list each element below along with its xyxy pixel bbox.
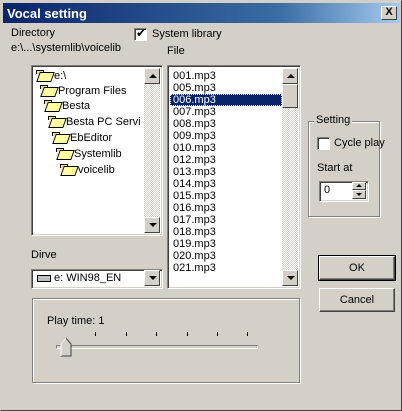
list-item[interactable]: 005.mp3 [170, 82, 282, 94]
slider-tick [95, 332, 96, 336]
scroll-down-button[interactable] [282, 270, 298, 286]
arrow-down-icon [149, 223, 157, 227]
tree-item[interactable]: e:\ [36, 70, 66, 84]
arrow-up-icon [356, 184, 362, 187]
list-item[interactable]: 021.mp3 [170, 262, 282, 274]
arrow-down-icon [356, 193, 362, 196]
play-time-label: Play time: 1 [47, 315, 105, 327]
drive-label: Dirve [31, 249, 57, 261]
list-item[interactable]: 014.mp3 [170, 178, 282, 190]
slider-tick [217, 332, 218, 336]
play-time-slider-thumb[interactable] [60, 337, 73, 357]
window-title: Vocal setting [7, 6, 87, 21]
chevron-down-icon [149, 276, 157, 280]
list-item[interactable]: 016.mp3 [170, 202, 282, 214]
scroll-down-button[interactable] [144, 217, 160, 233]
setting-group-title: Setting [314, 114, 353, 126]
tree-item[interactable]: Program Files [40, 85, 126, 99]
directory-tree[interactable]: e:\ Program Files Besta Besta PC Servi E… [31, 65, 163, 236]
system-library-label: System library [152, 28, 222, 40]
cycle-play-label: Cycle play [334, 137, 385, 149]
open-folder-icon [52, 132, 67, 143]
tree-item[interactable]: Systemlib [56, 148, 122, 162]
directory-path: e:\...\systemlib\voicelib [11, 42, 122, 54]
open-folder-icon [60, 164, 75, 175]
list-item[interactable]: 015.mp3 [170, 190, 282, 202]
open-folder-icon [40, 85, 55, 96]
spin-up-button[interactable] [352, 182, 366, 190]
arrow-up-icon [149, 74, 157, 78]
ok-button[interactable]: OK [318, 255, 396, 281]
tree-item[interactable]: Besta [44, 100, 90, 114]
open-folder-icon [44, 100, 59, 111]
tree-item[interactable]: voicelib [60, 164, 115, 178]
drive-value: e: WIN98_EN [54, 272, 122, 284]
vocal-setting-dialog: Vocal setting X Directory e:\...\systeml… [0, 0, 402, 411]
open-folder-icon [56, 148, 71, 159]
drive-combobox[interactable]: e: WIN98_EN [31, 269, 163, 289]
drive-icon [37, 275, 51, 282]
cancel-button[interactable]: Cancel [319, 288, 395, 312]
open-folder-icon [36, 70, 51, 81]
spin-down-button[interactable] [352, 190, 366, 199]
scroll-up-button[interactable] [144, 68, 160, 84]
file-scrollbar[interactable] [282, 68, 298, 286]
title-bar[interactable]: Vocal setting X [3, 3, 400, 23]
list-item[interactable]: 009.mp3 [170, 130, 282, 142]
start-at-value[interactable]: 0 [324, 184, 330, 196]
close-icon: X [385, 6, 393, 18]
close-button[interactable]: X [381, 6, 397, 20]
list-item[interactable]: 010.mp3 [170, 142, 282, 154]
slider-tick [247, 332, 248, 336]
list-item[interactable]: 007.mp3 [170, 106, 282, 118]
scroll-up-button[interactable] [282, 68, 298, 84]
list-item[interactable]: 020.mp3 [170, 250, 282, 262]
list-item[interactable]: 008.mp3 [170, 118, 282, 130]
start-at-spinbox[interactable]: 0 [319, 181, 369, 202]
scroll-thumb[interactable] [282, 84, 298, 108]
file-label: File [167, 45, 185, 57]
arrow-up-icon [287, 74, 295, 78]
list-item[interactable]: 019.mp3 [170, 238, 282, 250]
list-item[interactable]: 001.mp3 [170, 70, 282, 82]
system-library-checkbox[interactable]: ✔ [134, 26, 147, 41]
list-item[interactable]: 013.mp3 [170, 166, 282, 178]
list-item[interactable]: 017.mp3 [170, 214, 282, 226]
tree-item[interactable]: Besta PC Servi [48, 116, 141, 130]
list-item-selected[interactable]: 006.mp3 [170, 94, 282, 106]
arrow-down-icon [287, 276, 295, 280]
file-list[interactable]: 001.mp3 005.mp3 006.mp3 007.mp3 008.mp3 … [167, 65, 301, 289]
cycle-play-checkbox[interactable] [317, 137, 330, 150]
tree-scrollbar[interactable] [144, 68, 160, 233]
list-item[interactable]: 012.mp3 [170, 154, 282, 166]
drive-dropdown-button[interactable] [144, 270, 160, 286]
slider-tick [126, 332, 127, 336]
list-item[interactable]: 018.mp3 [170, 226, 282, 238]
check-icon: ✔ [136, 26, 147, 40]
tree-item[interactable]: EbEditor [52, 132, 112, 146]
play-time-slider-track[interactable] [56, 345, 258, 349]
slider-tick [187, 332, 188, 336]
slider-tick [156, 332, 157, 336]
start-at-label: Start at [317, 162, 353, 174]
open-folder-icon [48, 116, 63, 127]
directory-label: Directory [11, 27, 56, 39]
